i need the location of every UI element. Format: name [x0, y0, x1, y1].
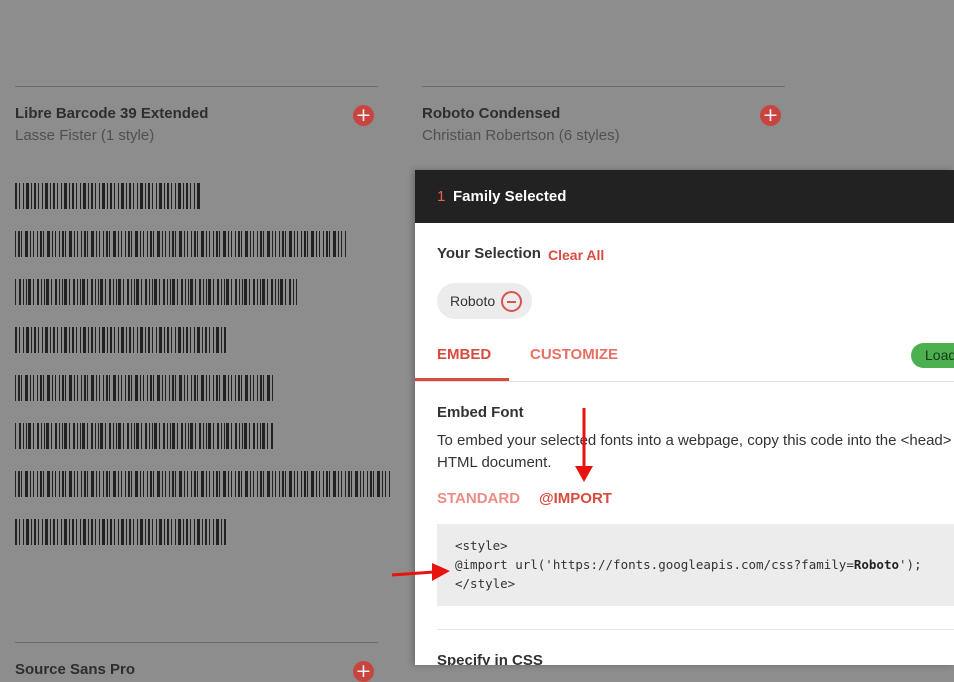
embed-code-block[interactable]: <style> @import url('https://fonts.googl…: [437, 524, 954, 606]
subtab-standard[interactable]: STANDARD: [437, 490, 520, 507]
font-family-name: Source Sans Pro: [15, 661, 136, 678]
code-family-name: Roboto: [853, 557, 900, 572]
add-family-icon[interactable]: +: [353, 661, 374, 682]
your-selection-label: Your Selection: [437, 245, 541, 262]
selected-count: 1: [437, 188, 446, 205]
card-divider: [15, 642, 378, 643]
drawer-title: Family Selected: [453, 188, 567, 205]
embed-description: To embed your selected fonts into a webp…: [437, 432, 954, 449]
code-line: @import url('https://fonts.googleapis.co…: [455, 557, 922, 572]
remove-circle-icon[interactable]: [501, 291, 522, 312]
barcode-sample: [15, 471, 391, 497]
card-divider: [15, 86, 378, 87]
font-designer: Christian Robertson (6 styles): [422, 127, 620, 144]
barcode-sample: [15, 231, 347, 257]
embed-font-heading: Embed Font: [437, 404, 524, 421]
code-import-url: @import url('https://fonts.googleapis.co…: [455, 557, 854, 572]
barcode-sample: [15, 279, 297, 305]
load-button[interactable]: Load: [911, 343, 954, 368]
section-divider: [437, 629, 954, 630]
font-family-name: Libre Barcode 39 Extended: [15, 105, 209, 122]
font-card-libre-barcode: Libre Barcode 39 Extended Lasse Fister (…: [15, 86, 378, 144]
drawer-header[interactable]: 1 Family Selected: [415, 170, 954, 223]
selection-drawer: 1 Family Selected Your Selection Clear A…: [415, 170, 954, 665]
add-family-icon[interactable]: +: [760, 105, 781, 126]
drawer-tabs: EMBED CUSTOMIZE: [415, 330, 954, 382]
barcode-sample: [15, 423, 274, 449]
code-import-end: ');: [899, 557, 922, 572]
code-line: <style>: [455, 538, 508, 553]
annotation-arrow-down-icon: [575, 408, 593, 482]
subtab-import[interactable]: @IMPORT: [539, 490, 612, 507]
selected-font-chip: Roboto: [437, 283, 532, 319]
font-card-roboto-condensed: Roboto Condensed Christian Robertson (6 …: [422, 86, 785, 144]
font-designer: Lasse Fister (1 style): [15, 127, 155, 144]
chip-label: Roboto: [450, 293, 496, 309]
annotation-arrow-right-icon: [391, 563, 450, 581]
barcode-sample: [15, 183, 202, 209]
font-family-name: Roboto Condensed: [422, 105, 561, 122]
active-tab-indicator: [415, 378, 509, 381]
barcode-sample: [15, 375, 274, 401]
specify-css-heading: Specify in CSS: [437, 652, 543, 665]
tab-customize[interactable]: CUSTOMIZE: [530, 346, 618, 363]
tab-embed[interactable]: EMBED: [437, 346, 491, 363]
clear-all-link[interactable]: Clear All: [548, 247, 604, 263]
add-family-icon[interactable]: +: [353, 105, 374, 126]
barcode-sample: [15, 327, 227, 353]
code-line: </style>: [455, 576, 516, 591]
embed-description: HTML document.: [437, 454, 552, 471]
barcode-sample: [15, 519, 227, 545]
card-divider: [422, 86, 785, 87]
font-card-source-sans-pro: Source Sans Pro +: [15, 642, 378, 682]
